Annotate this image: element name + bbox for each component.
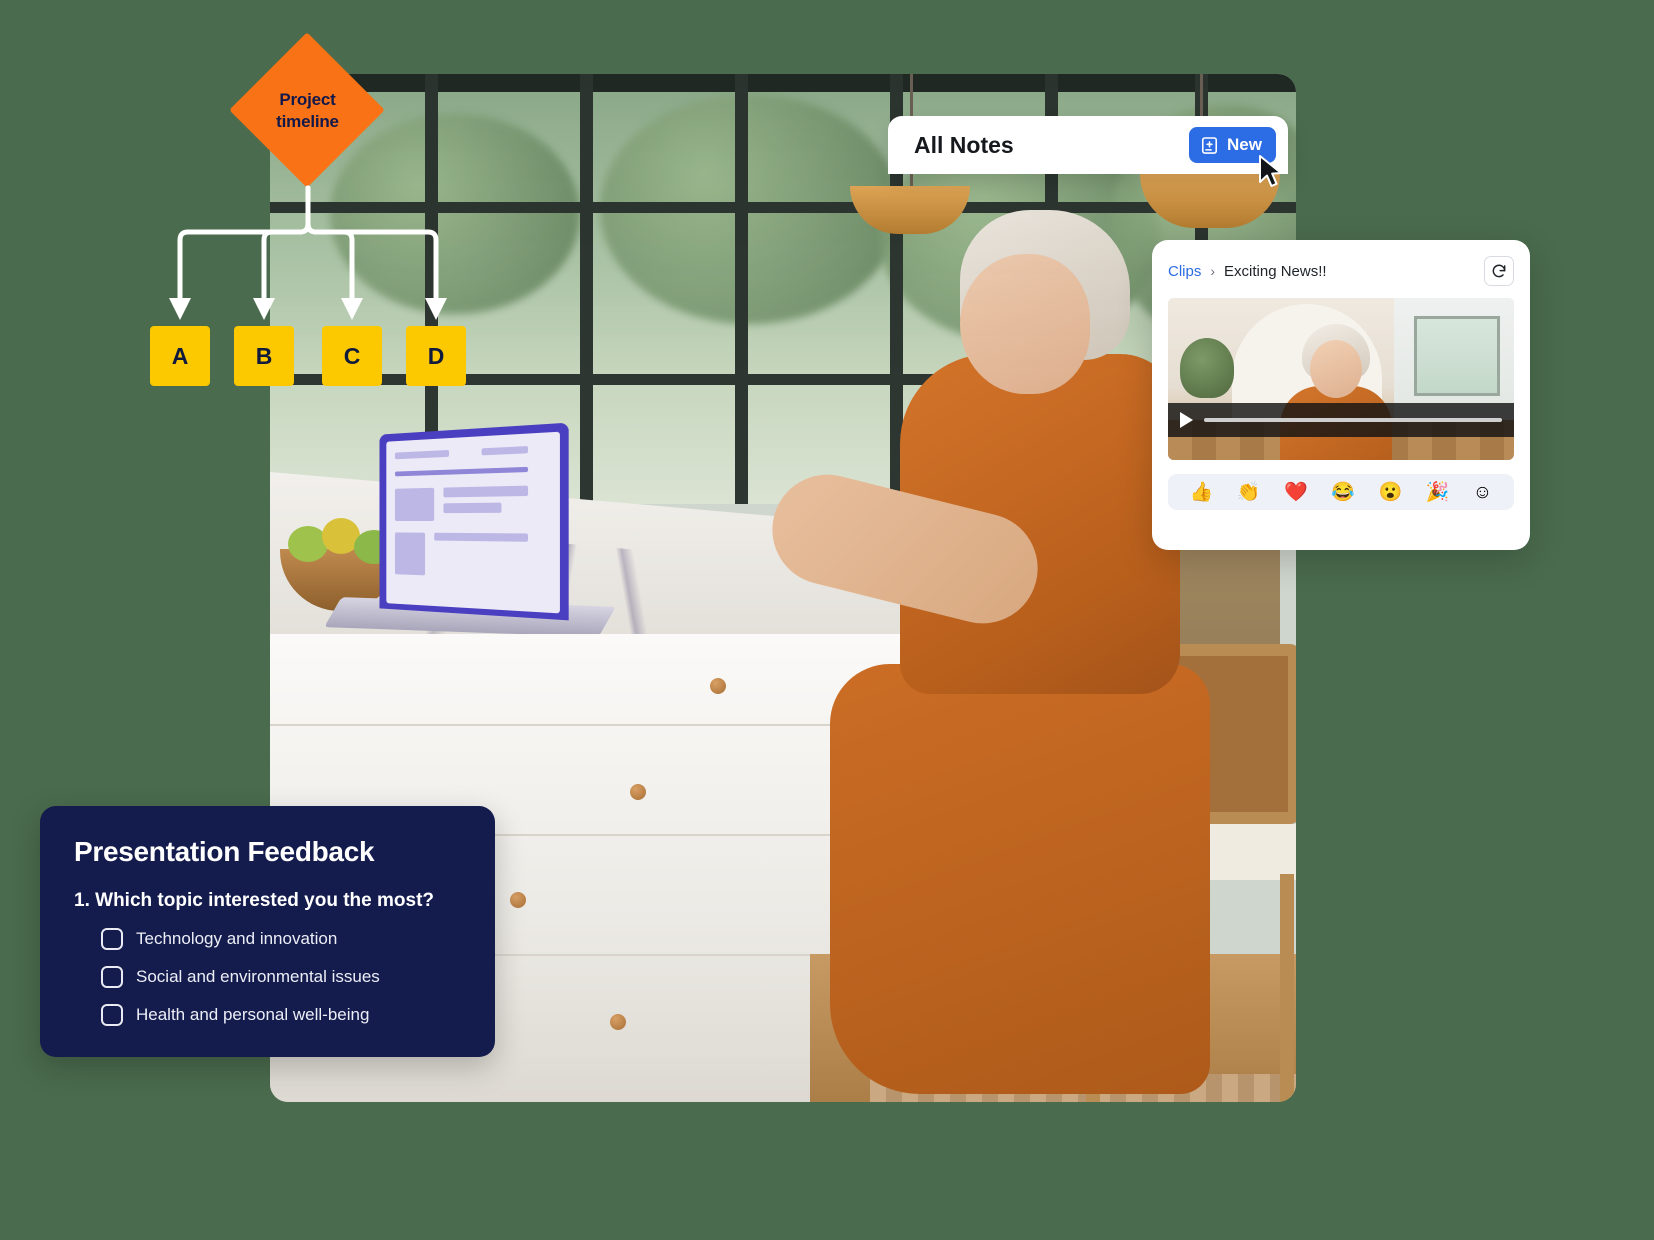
feedback-question-number: 1. [74, 890, 90, 911]
feedback-option-1-label: Technology and innovation [136, 929, 338, 948]
project-timeline-node[interactable]: Project timeline [229, 32, 385, 188]
new-note-button-label: New [1227, 135, 1262, 154]
party-popper-emoji[interactable]: 🎉 [1426, 483, 1450, 502]
all-notes-panel: All Notes New [888, 116, 1288, 174]
presentation-feedback-card: Presentation Feedback 1. Which topic int… [40, 806, 495, 1057]
all-notes-title: All Notes [914, 131, 1014, 158]
video-controls-bar [1168, 403, 1514, 437]
video-progress-track[interactable] [1204, 418, 1502, 422]
diamond-label-line1: Project [279, 90, 336, 110]
add-reaction-emoji[interactable]: ☺ [1473, 483, 1492, 502]
breadcrumb-current-title: Exciting News!! [1224, 262, 1327, 280]
checkbox-health-and-personal-well-being[interactable] [101, 1004, 123, 1026]
laughing-emoji[interactable]: 😂 [1331, 483, 1355, 502]
flow-node-c[interactable]: C [322, 326, 382, 386]
clips-panel: Clips › Exciting News!! 👍 👏 ❤️ 😂 😮 🎉 ☺ [1152, 240, 1530, 550]
breadcrumb-separator-icon: › [1210, 263, 1216, 279]
feedback-option-2[interactable]: Social and environmental issues [101, 966, 461, 988]
surprised-emoji[interactable]: 😮 [1378, 483, 1402, 502]
clapping-hands-emoji[interactable]: 👏 [1237, 483, 1261, 502]
feedback-question-text: Which topic interested you the most? [95, 890, 434, 911]
feedback-option-1[interactable]: Technology and innovation [101, 928, 461, 950]
checkbox-social-and-environmental-issues[interactable] [101, 966, 123, 988]
clips-breadcrumb: Clips › Exciting News!! [1168, 256, 1514, 286]
feedback-question: 1. Which topic interested you the most? [74, 890, 461, 912]
breadcrumb-clips-link[interactable]: Clips [1168, 263, 1201, 280]
mouse-pointer-icon [1259, 155, 1282, 187]
refresh-button[interactable] [1484, 256, 1514, 286]
feedback-title: Presentation Feedback [74, 836, 375, 867]
video-player[interactable] [1168, 298, 1514, 460]
flow-node-a[interactable]: A [150, 326, 210, 386]
flow-node-d[interactable]: D [406, 326, 466, 386]
checkbox-technology-and-innovation[interactable] [101, 928, 123, 950]
thumbs-up-emoji[interactable]: 👍 [1190, 483, 1214, 502]
video-participant [1278, 324, 1394, 460]
red-heart-emoji[interactable]: ❤️ [1284, 483, 1308, 502]
video-plant [1180, 338, 1234, 398]
flow-node-d-label: D [427, 342, 445, 369]
flow-node-c-label: C [343, 342, 361, 369]
flow-node-a-label: A [171, 342, 189, 369]
refresh-icon [1492, 264, 1506, 278]
flow-node-b-label: B [255, 342, 273, 369]
note-plus-icon [1202, 136, 1218, 154]
play-icon[interactable] [1180, 412, 1193, 428]
video-window [1414, 316, 1500, 396]
flow-connectors [169, 185, 447, 320]
flow-node-b[interactable]: B [234, 326, 294, 386]
reaction-bar: 👍 👏 ❤️ 😂 😮 🎉 ☺ [1168, 474, 1514, 510]
feedback-option-3-label: Health and personal well-being [136, 1005, 370, 1024]
feedback-option-3[interactable]: Health and personal well-being [101, 1004, 461, 1026]
feedback-option-2-label: Social and environmental issues [136, 967, 380, 986]
diamond-label-line2: timeline [276, 111, 339, 131]
diamond-label: Project timeline [230, 33, 385, 188]
